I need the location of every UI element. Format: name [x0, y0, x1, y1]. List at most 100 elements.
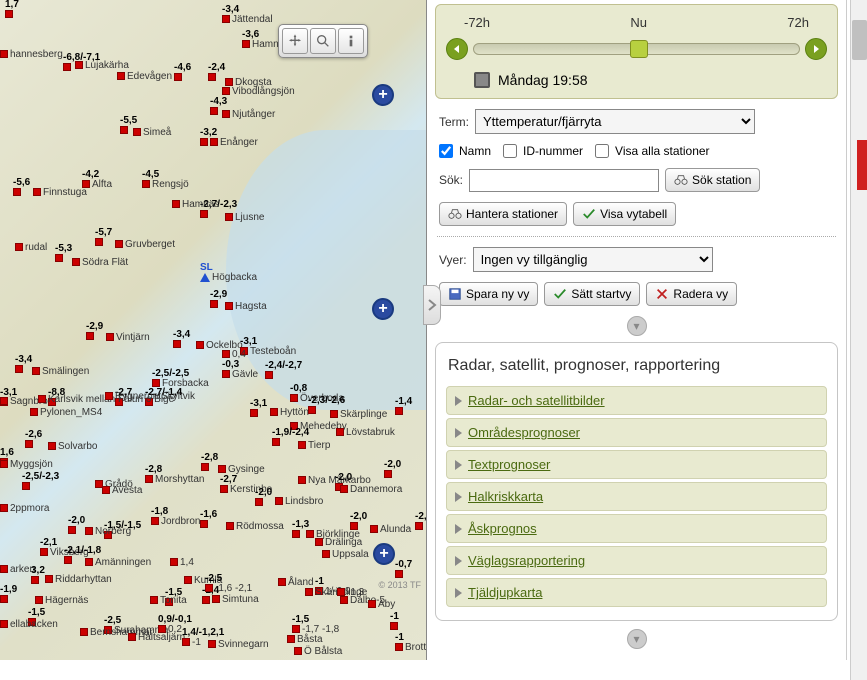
station-marker[interactable]: -5,6: [13, 178, 30, 198]
station-marker[interactable]: Tonita: [150, 596, 187, 606]
station-marker[interactable]: -2,4/-2,7: [265, 361, 302, 381]
station-marker[interactable]: Hägernäs: [35, 596, 88, 606]
accordion-item[interactable]: Områdesprognoser: [446, 418, 827, 447]
station-marker[interactable]: Edevågen: [117, 72, 172, 82]
name-checkbox[interactable]: [439, 144, 453, 158]
station-marker[interactable]: -3,4: [15, 355, 32, 375]
sl-station[interactable]: SL Högbacka: [200, 263, 257, 283]
time-slider-track[interactable]: [473, 43, 800, 55]
add-marker-button[interactable]: +: [372, 84, 394, 106]
station-marker[interactable]: Skärplinge: [330, 410, 387, 420]
search-input[interactable]: [469, 169, 659, 192]
station-marker[interactable]: Hagsta: [225, 302, 267, 312]
station-marker[interactable]: Gruvberget: [115, 240, 175, 250]
station-marker[interactable]: Riddarhyttan: [45, 575, 112, 585]
id-checkbox[interactable]: [503, 144, 517, 158]
accordion-link[interactable]: Områdesprognoser: [468, 425, 580, 440]
station-marker[interactable]: -1,5-1,7 -1,8: [292, 615, 339, 635]
station-marker[interactable]: rudal: [15, 243, 47, 253]
station-marker[interactable]: arken: [0, 565, 35, 575]
station-marker[interactable]: Dannemora: [340, 485, 402, 495]
station-marker[interactable]: -2,8Morshyttan: [145, 465, 204, 485]
add-marker-button[interactable]: +: [372, 298, 394, 320]
accordion-item[interactable]: Väglagsrapportering: [446, 546, 827, 575]
page-scrollbar[interactable]: [850, 0, 867, 680]
station-marker[interactable]: Smälingen: [32, 367, 89, 377]
station-marker[interactable]: Njutånger: [222, 110, 275, 120]
pan-tool[interactable]: [282, 28, 308, 54]
showall-checkbox[interactable]: [595, 144, 609, 158]
station-marker[interactable]: Södra Flät: [72, 258, 128, 268]
station-marker[interactable]: -2,6: [25, 430, 42, 450]
station-marker[interactable]: Vintjärn: [106, 333, 150, 343]
manage-stations-button[interactable]: Hantera stationer: [439, 202, 567, 226]
station-marker[interactable]: -5,3: [55, 244, 72, 264]
accordion-link[interactable]: Halkriskkarta: [468, 489, 543, 504]
station-marker[interactable]: Simeå: [133, 128, 171, 138]
station-marker[interactable]: Ö Bålsta: [294, 647, 342, 657]
station-marker[interactable]: -1Brott...: [395, 633, 427, 653]
station-marker[interactable]: -3,4Jättendal: [222, 5, 273, 25]
accordion-item[interactable]: Textprognoser: [446, 450, 827, 479]
station-marker[interactable]: Lindsbro: [275, 497, 323, 507]
station-marker[interactable]: hannesberg: [0, 50, 63, 60]
station-marker[interactable]: 3,2: [31, 566, 45, 586]
station-marker[interactable]: Rödmossa: [226, 522, 284, 532]
station-marker[interactable]: -1: [390, 612, 400, 632]
station-marker[interactable]: Åland: [278, 578, 314, 588]
time-slider-thumb[interactable]: [630, 40, 648, 58]
station-marker[interactable]: Pylonen_MS4: [30, 408, 102, 418]
station-marker[interactable]: Lövstabruk: [336, 428, 395, 438]
station-marker[interactable]: Båsta: [287, 635, 323, 645]
station-marker[interactable]: RygneruntSkyltvik: [105, 392, 195, 402]
station-marker[interactable]: Norberg: [85, 527, 131, 537]
station-marker[interactable]: 1,4: [170, 558, 194, 568]
station-marker[interactable]: ellabacken: [0, 620, 58, 630]
station-marker[interactable]: -4,5Rengsjö: [142, 170, 189, 190]
time-forward-button[interactable]: [805, 38, 827, 60]
station-marker[interactable]: Myggsjön: [0, 460, 53, 470]
station-marker[interactable]: -2,5-1,6 -2,1: [205, 574, 252, 594]
accordion-link[interactable]: Radar- och satellitbilder: [468, 393, 605, 408]
accordion-link[interactable]: Åskprognos: [468, 521, 537, 536]
accordion-link[interactable]: Tjäldjupkarta: [468, 585, 542, 600]
show-table-button[interactable]: Visa vytabell: [573, 202, 676, 226]
station-marker[interactable]: -1,4: [395, 397, 412, 417]
scroll-down-icon[interactable]: ▾: [627, 629, 647, 649]
station-marker[interactable]: -2,0: [384, 460, 401, 480]
views-select[interactable]: Ingen vy tillgänglig: [473, 247, 713, 272]
station-marker[interactable]: 2ppmora: [0, 504, 49, 514]
accordion-item[interactable]: Åskprognos: [446, 514, 827, 543]
station-marker[interactable]: Uppsala: [322, 550, 369, 560]
accordion-link[interactable]: Textprognoser: [468, 457, 550, 472]
search-button[interactable]: Sök station: [665, 168, 760, 192]
station-marker[interactable]: Lujakärha: [75, 61, 129, 71]
accordion-item[interactable]: Radar- och satellitbilder: [446, 386, 827, 415]
station-marker[interactable]: -1,8Jordbron: [151, 507, 200, 527]
scroll-down-icon[interactable]: ▾: [627, 316, 647, 336]
set-start-view-button[interactable]: Sätt startvy: [544, 282, 640, 306]
accordion-item[interactable]: Halkriskkarta: [446, 482, 827, 511]
delete-view-button[interactable]: Radera vy: [646, 282, 737, 306]
station-marker[interactable]: 1,7: [5, 0, 19, 20]
station-marker[interactable]: Hamnäs: [172, 200, 219, 210]
station-marker[interactable]: Drälinga: [315, 538, 362, 548]
panel-collapse-handle[interactable]: [423, 285, 441, 325]
station-marker[interactable]: Enånger: [210, 138, 258, 148]
station-marker[interactable]: Vibodlångsjön: [222, 87, 295, 97]
station-marker[interactable]: Solvarbo: [48, 442, 97, 452]
accordion-link[interactable]: Väglagsrapportering: [468, 553, 585, 568]
station-marker[interactable]: Avesta: [102, 486, 142, 496]
station-marker[interactable]: -2,4: [208, 63, 225, 83]
add-marker-button[interactable]: +: [373, 543, 395, 565]
station-marker[interactable]: Ljusne: [225, 213, 264, 223]
station-marker[interactable]: -3,1: [250, 399, 267, 419]
station-marker[interactable]: Tierp: [298, 441, 330, 451]
accordion-item[interactable]: Tjäldjupkarta: [446, 578, 827, 607]
station-marker[interactable]: -3,4: [173, 330, 190, 350]
station-marker[interactable]: Finnstuga: [33, 188, 87, 198]
station-marker[interactable]: -2,9: [86, 322, 103, 342]
station-marker[interactable]: -1,6: [200, 510, 217, 530]
save-view-button[interactable]: Spara ny vy: [439, 282, 538, 306]
zoom-tool[interactable]: [310, 28, 336, 54]
